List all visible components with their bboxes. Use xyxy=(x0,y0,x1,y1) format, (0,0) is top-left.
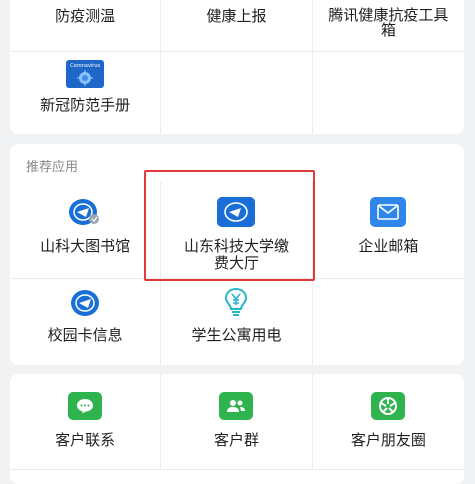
app-payment-hall[interactable]: 山东科技大学缴费大厅 xyxy=(161,182,313,279)
coronavirus-icon: Coronavirus xyxy=(66,60,105,88)
app-library[interactable]: 山科大图书馆 xyxy=(10,182,162,279)
campus-card-icon xyxy=(70,289,100,317)
moments-icon xyxy=(371,392,406,420)
university-library-icon xyxy=(68,197,102,227)
university-payment-icon xyxy=(217,197,256,227)
mail-icon xyxy=(370,197,407,227)
app-customer-moments[interactable]: 客户朋友圈 xyxy=(312,374,464,470)
app-label: 校园卡信息 xyxy=(47,326,123,344)
app-label: 山科大图书馆 xyxy=(40,237,131,255)
empty-cell xyxy=(313,52,464,134)
recommended-apps-card: 推荐应用 山科大图书馆 山东科技大学缴费大厅 企业邮箱 校园卡信息 学生公寓用电 xyxy=(10,144,464,365)
app-tencent-health-toolbox[interactable]: 腾讯健康抗疫工具箱 xyxy=(312,0,464,52)
app-customer-contact[interactable]: 客户联系 xyxy=(10,374,162,470)
app-health-report[interactable]: 健康上报 xyxy=(161,0,313,52)
app-customer-group[interactable]: 客户群 xyxy=(161,374,313,470)
epidemic-tools-card: 防疫测温 健康上报 腾讯健康抗疫工具箱 Coronavirus 新冠防范手册 xyxy=(10,0,464,134)
app-covid-handbook[interactable]: Coronavirus 新冠防范手册 xyxy=(10,52,162,134)
empty-cell xyxy=(313,279,464,365)
app-label: 新冠防范手册 xyxy=(40,96,131,114)
app-enterprise-mail[interactable]: 企业邮箱 xyxy=(312,182,464,279)
app-campus-card[interactable]: 校园卡信息 xyxy=(10,279,162,365)
app-label: 客户朋友圈 xyxy=(350,431,426,449)
app-label: 健康上报 xyxy=(206,7,267,25)
app-label: 腾讯健康抗疫工具箱 xyxy=(328,6,449,39)
section-title: 推荐应用 xyxy=(26,160,79,175)
app-label: 学生公寓用电 xyxy=(191,326,282,344)
app-label: 山东科技大学缴费大厅 xyxy=(183,237,289,272)
group-icon xyxy=(219,392,254,420)
app-temperature-check[interactable]: 防疫测温 xyxy=(10,0,162,52)
empty-cell xyxy=(161,52,313,134)
app-dorm-electricity[interactable]: 学生公寓用电 xyxy=(161,279,313,365)
app-label: 防疫测温 xyxy=(55,7,116,25)
chat-bubble-icon xyxy=(68,392,103,420)
app-label: 企业邮箱 xyxy=(358,237,419,255)
customer-tools-card: 客户联系 客户群 客户朋友圈 xyxy=(10,374,464,484)
app-label: 客户群 xyxy=(213,431,259,449)
electricity-yen-icon xyxy=(221,287,251,317)
app-label: 客户联系 xyxy=(55,431,116,449)
